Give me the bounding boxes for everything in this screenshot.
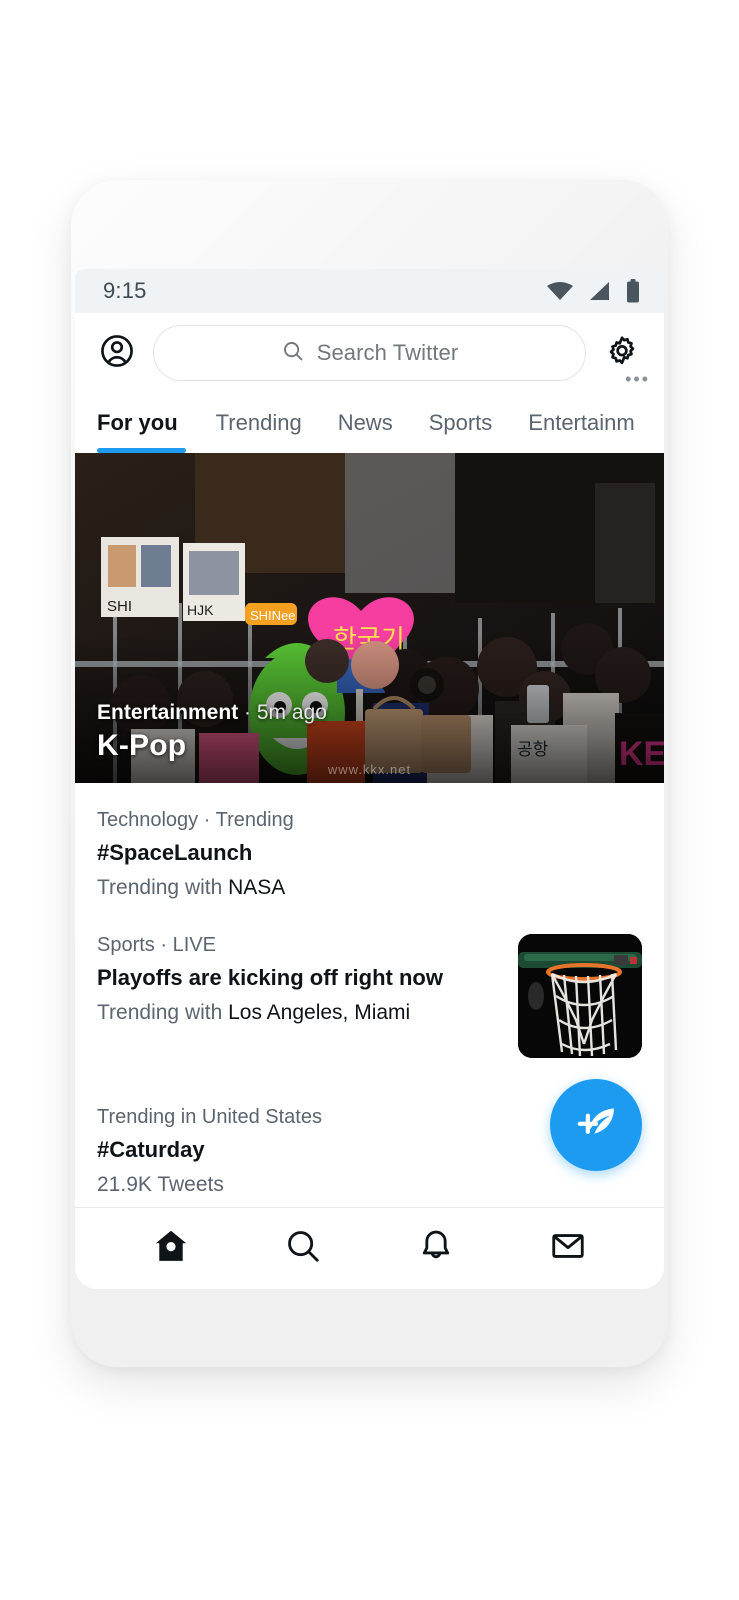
nav-home-button[interactable] [141, 1219, 201, 1279]
trend-kicker: Technology · Trending [97, 809, 294, 831]
screenshot-canvas: 9:15 Search Twitter For you Trending New… [0, 0, 739, 1600]
bell-icon [417, 1227, 455, 1270]
wifi-icon [546, 281, 574, 301]
nav-notifications-button[interactable] [406, 1219, 466, 1279]
settings-button[interactable] [602, 333, 642, 373]
trend-item-playoffs[interactable]: Sports · LIVE Playoffs are kicking off r… [97, 908, 642, 1066]
search-input[interactable]: Search Twitter [153, 325, 586, 381]
hero-title: K-Pop [97, 729, 187, 762]
hero-category: Entertainment [97, 701, 239, 724]
trend-title: Playoffs are kicking off right now [97, 965, 443, 990]
basketball-hoop-thumbnail[interactable] [518, 934, 642, 1058]
trend-kicker: Sports · LIVE [97, 934, 216, 956]
bottom-navigation [75, 1207, 664, 1289]
tab-sports[interactable]: Sports [411, 393, 511, 453]
trend-meta-strong: Los Angeles, Miami [228, 1001, 411, 1024]
search-icon [281, 339, 305, 368]
search-icon [284, 1227, 322, 1270]
trend-meta-prefix: 21.9K Tweets [97, 1173, 224, 1196]
overflow-dots-icon[interactable]: ••• [625, 369, 650, 390]
tab-for-you[interactable]: For you [97, 393, 198, 453]
trend-title: #SpaceLaunch [97, 840, 253, 865]
home-icon [152, 1227, 190, 1270]
category-tabs: For you Trending News Sports Entertainm [75, 393, 664, 453]
phone-screen: 9:15 Search Twitter For you Trending New… [75, 269, 664, 1289]
trend-meta: Trending with Los Angeles, Miami [97, 1001, 502, 1025]
trend-text-block: Technology · Trending #SpaceLaunch Trend… [97, 809, 642, 900]
search-header: Search Twitter [75, 313, 664, 393]
tab-label: News [337, 410, 393, 435]
image-watermark: www.kkx.net [327, 762, 412, 777]
trend-meta-prefix: Trending with [97, 1001, 229, 1024]
hero-overlay: Entertainment · 5m ago K-Pop [97, 701, 327, 763]
gear-icon [604, 333, 640, 374]
tab-label: For you [97, 410, 178, 435]
cellular-icon [588, 281, 612, 301]
compose-tweet-icon [570, 1097, 622, 1154]
tab-label: Trending [215, 410, 302, 435]
trend-meta: Trending with NASA [97, 876, 642, 900]
trend-meta: 21.9K Tweets [97, 1173, 642, 1197]
status-bar: 9:15 [75, 269, 664, 313]
trend-meta-prefix: Trending with [97, 876, 229, 899]
profile-circle-icon [98, 332, 136, 375]
hero-separator: · [238, 701, 257, 724]
nav-search-button[interactable] [273, 1219, 333, 1279]
tab-label: Entertainm [528, 410, 635, 435]
compose-tweet-button[interactable] [550, 1079, 642, 1171]
tab-trending[interactable]: Trending [198, 393, 320, 453]
status-icon-group [546, 279, 640, 303]
trend-text-block: Sports · LIVE Playoffs are kicking off r… [97, 934, 502, 1025]
search-placeholder: Search Twitter [316, 340, 459, 365]
tab-news[interactable]: News [320, 393, 411, 453]
tab-entertainment[interactable]: Entertainm [510, 393, 652, 453]
profile-avatar-button[interactable] [97, 333, 137, 373]
trend-meta-strong: NASA [228, 876, 286, 899]
tab-label: Sports [428, 410, 493, 435]
trend-item-spacelaunch[interactable]: Technology · Trending #SpaceLaunch Trend… [97, 783, 642, 908]
status-time: 9:15 [103, 278, 147, 303]
hero-kicker: Entertainment · 5m ago [97, 701, 327, 725]
hero-time: 5m ago [256, 701, 327, 724]
nav-messages-button[interactable] [538, 1219, 598, 1279]
hero-news-card[interactable]: SHI HJK SHINee 한국기 [75, 453, 664, 783]
battery-icon [626, 279, 640, 303]
mail-icon [549, 1227, 587, 1270]
